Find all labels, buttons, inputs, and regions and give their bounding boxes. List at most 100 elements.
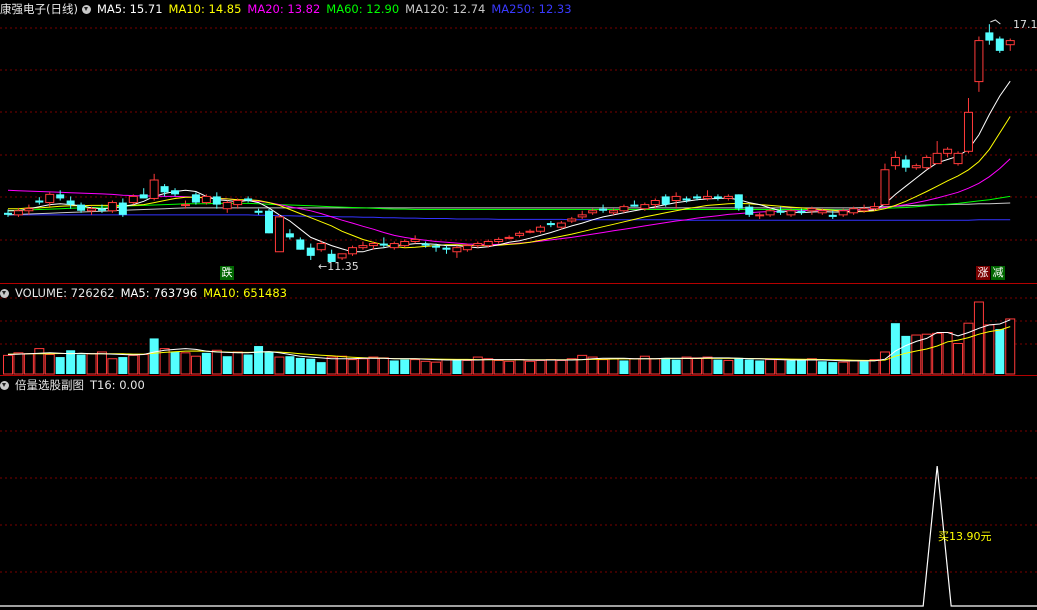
volume-bar — [838, 361, 849, 375]
candle — [201, 194, 211, 205]
volume-bar — [556, 359, 567, 375]
candle — [922, 155, 932, 170]
volume-bar — [577, 354, 588, 375]
candle-body — [452, 247, 462, 253]
candle-body — [316, 243, 326, 251]
candle-body — [817, 210, 827, 214]
candle — [379, 237, 388, 248]
candle — [13, 207, 23, 217]
candle-body — [180, 204, 190, 207]
candle-body — [56, 194, 65, 199]
volume-bar — [76, 354, 86, 374]
volume-bar — [400, 359, 410, 374]
volume-bar — [420, 360, 431, 375]
candle — [389, 241, 399, 250]
volume-bar — [859, 361, 869, 374]
volume-bar — [629, 358, 640, 375]
candle-body — [797, 210, 806, 213]
candle-body — [35, 200, 44, 203]
volume-bar — [755, 360, 765, 374]
volume-bar — [232, 351, 243, 375]
candle — [619, 204, 629, 213]
candle — [296, 237, 305, 250]
volume-bar — [775, 359, 786, 375]
volume-bar — [734, 357, 744, 374]
candle-body — [107, 202, 117, 212]
candle — [911, 163, 921, 170]
volume-bar — [128, 354, 139, 375]
candle — [442, 245, 451, 254]
candle — [890, 151, 900, 170]
volume-bar — [326, 356, 337, 375]
volume-bar — [190, 355, 201, 375]
volume-bar — [765, 359, 776, 375]
candle — [504, 235, 514, 240]
volume-bar — [452, 360, 462, 374]
candle-body — [66, 200, 75, 205]
volume-bar — [107, 358, 118, 375]
candle-body — [139, 194, 148, 199]
candle-body — [870, 206, 880, 210]
candle — [599, 204, 608, 213]
volume-bar — [44, 354, 55, 375]
buy-signal-label: 买13.90元 — [938, 530, 992, 543]
volume-bar — [848, 359, 859, 375]
ma5-label: MA5: 15.71 — [96, 2, 163, 16]
candle-body — [296, 239, 305, 250]
candle — [171, 188, 180, 197]
candle — [943, 147, 953, 158]
volume-bar — [932, 332, 943, 375]
candle-body — [932, 152, 942, 165]
candle — [118, 198, 127, 217]
candle-body — [609, 210, 619, 214]
collapse-icon[interactable] — [81, 5, 91, 14]
volume-bar — [441, 359, 452, 375]
candle-body — [442, 247, 451, 250]
candle-body — [650, 200, 660, 206]
volume-bar — [316, 362, 326, 374]
candle — [630, 200, 639, 207]
volume-bar — [149, 338, 159, 374]
candle-body — [265, 210, 273, 234]
volume-bar — [650, 358, 661, 375]
volume-bar — [806, 358, 817, 375]
candle — [535, 225, 545, 234]
volume-bar — [3, 354, 13, 375]
candle-body — [45, 193, 55, 204]
candle — [410, 235, 420, 244]
candle-body — [702, 195, 712, 199]
volume-bar — [86, 353, 97, 375]
volume-bar — [295, 357, 305, 374]
candle-body — [599, 208, 608, 211]
volume-bar — [890, 323, 900, 374]
indicator-panel[interactable]: 倍量选股副图 T16: 0.00 买13.90元 — [0, 376, 1037, 610]
candle-body — [985, 32, 994, 41]
volume-bar — [702, 356, 713, 375]
candle-body — [233, 200, 243, 206]
volume-panel[interactable]: VOLUME: 726262 MA5: 763796 MA10: 651483 — [0, 284, 1037, 375]
price-panel[interactable]: 康强电子(日线) MA5: 15.71 MA10: 14.85 MA20: 13.82… — [0, 0, 1037, 283]
volume-bar — [368, 356, 379, 375]
candle-body — [755, 214, 765, 217]
indicator-chart[interactable] — [0, 376, 1037, 610]
candle-body — [97, 208, 106, 211]
volume-bar — [786, 360, 796, 374]
candle — [265, 208, 273, 234]
volume-bar — [619, 360, 629, 374]
candle-body — [838, 210, 848, 216]
candle — [745, 204, 754, 217]
candle — [713, 194, 722, 201]
volume-bar — [378, 357, 389, 375]
candle-body — [118, 202, 127, 215]
candle-body — [890, 156, 900, 167]
volume-bar — [901, 335, 911, 374]
price-chart[interactable] — [0, 0, 1037, 283]
candle — [953, 151, 963, 166]
candle-body — [661, 196, 670, 205]
volume-bar — [274, 356, 285, 375]
collapse-icon[interactable] — [0, 381, 9, 390]
ma60-label: MA60: 12.90 — [326, 2, 400, 16]
candle-body — [807, 208, 817, 212]
candle-body — [473, 243, 483, 247]
collapse-icon[interactable] — [0, 289, 9, 298]
